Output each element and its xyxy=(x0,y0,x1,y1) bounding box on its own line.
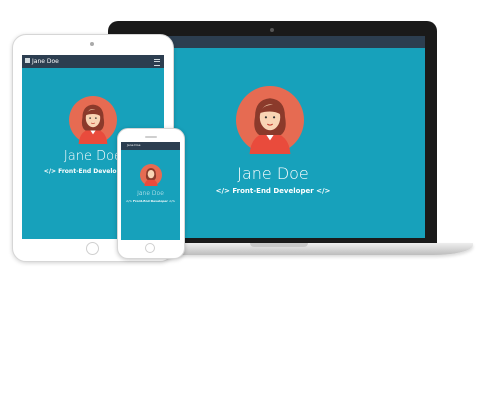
hamburger-menu-icon[interactable] xyxy=(154,59,160,66)
phone-brand[interactable]: Jane Doe xyxy=(127,143,140,148)
phone-home-button[interactable] xyxy=(145,243,155,253)
laptop-camera xyxy=(270,28,274,32)
tablet-avatar xyxy=(69,96,117,144)
phone-screen: Jane Doe Jane Doe </> Front-End Develope… xyxy=(121,142,180,240)
laptop-avatar xyxy=(236,86,304,154)
tablet-camera xyxy=(90,42,94,46)
phone-profile-name: Jane Doe xyxy=(137,190,164,197)
phone-navbar: Jane Doe xyxy=(121,142,180,150)
laptop-notch xyxy=(250,243,308,247)
brand-icon xyxy=(25,58,30,63)
tablet-navbar: Jane Doe xyxy=(22,55,164,68)
phone-avatar xyxy=(140,164,162,186)
phone-profile-subtitle: </> Front-End Developer </> xyxy=(125,199,176,203)
phone-speaker xyxy=(145,136,157,138)
tablet-brand[interactable]: Jane Doe xyxy=(32,57,59,66)
tablet-home-button[interactable] xyxy=(86,242,99,255)
